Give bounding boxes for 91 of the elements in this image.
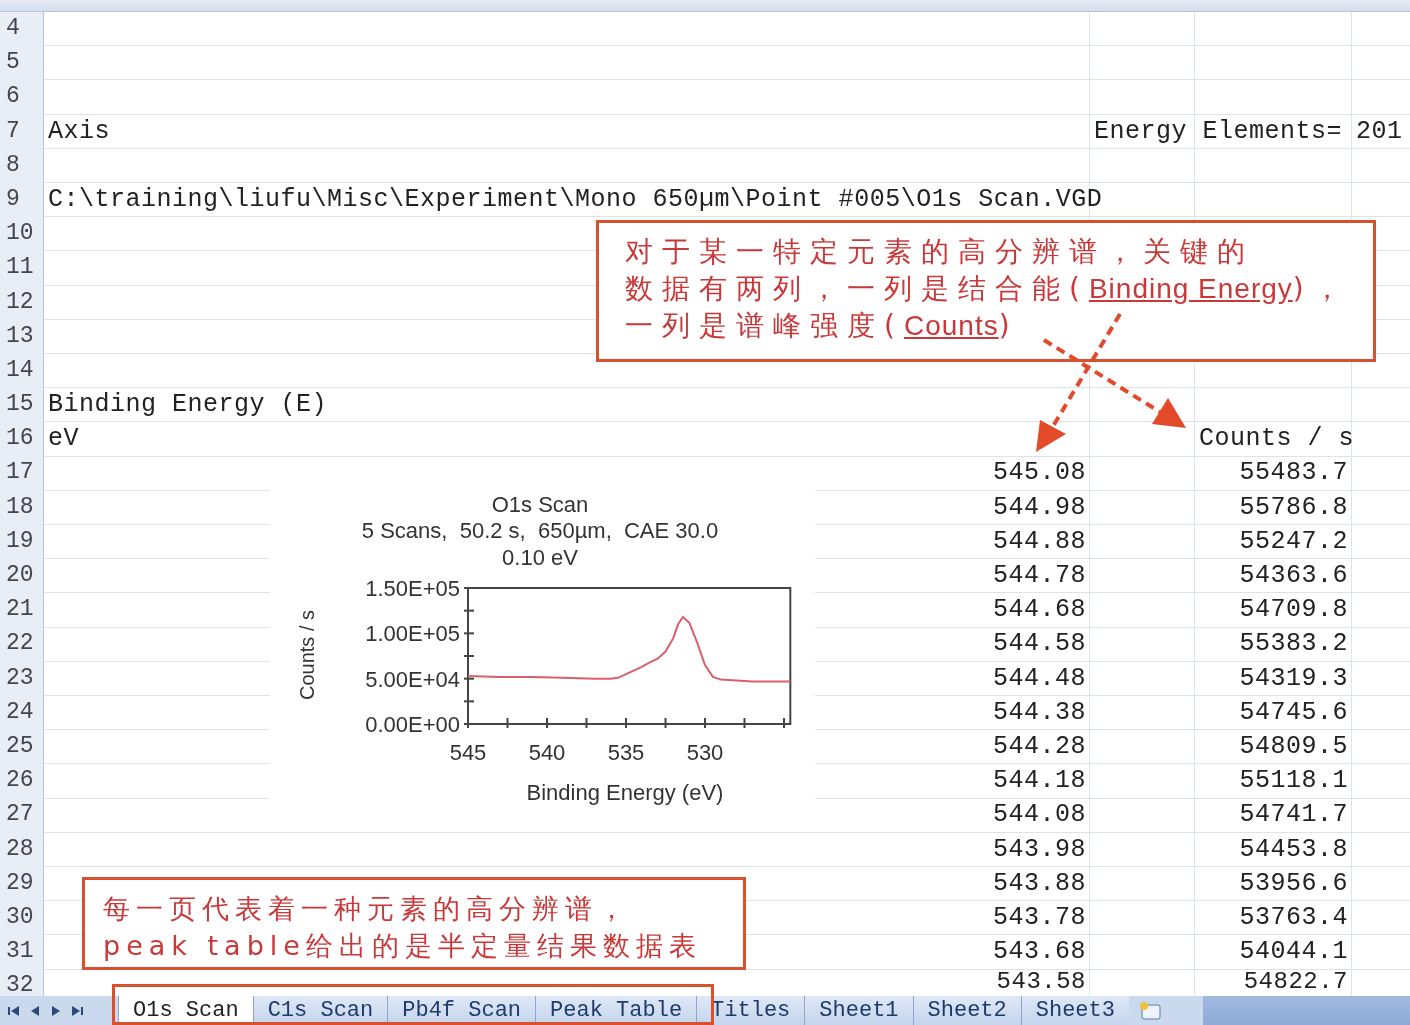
row-number: 5 [6,48,20,78]
table-cell-text: 54319.3 [1239,662,1348,695]
table-cell-text: eV [48,423,79,456]
table-cell-text: Axis [48,115,110,148]
table-cell-text: 55383.2 [1239,628,1348,661]
x-tick-label: 545 [449,740,487,765]
table-cell-text: 54745.6 [1239,696,1348,729]
table-cell-text: 54809.5 [1239,730,1348,763]
y-tick-label: 0.00E+00 [365,712,460,737]
row-number: 31 [6,937,34,967]
table-cell-text: 544.18 [993,765,1086,798]
table-cell-text: 201 [1356,115,1403,148]
table-cell-text: 54453.8 [1239,833,1348,866]
sheet-tab[interactable]: Titles [696,996,805,1025]
table-cell-text: 54709.8 [1239,594,1348,627]
row-number: 26 [6,766,34,796]
table-cell-text: Energy Elements= [1094,115,1343,148]
table-cell: 54822.7 [1243,969,1348,996]
row-number: 20 [6,561,34,590]
table-cell-text: Counts / s [1199,423,1355,456]
table-cell-text: C:\training\liufu\Misc\Experiment\Mono 650µm\Point #005\O1s Scan.VGD [48,183,1103,216]
table-cell-text: 544.08 [993,799,1086,832]
last-sheet-icon[interactable] [71,1003,83,1018]
y-tick-label: 1.50E+05 [365,576,460,601]
row-number: 11 [6,253,34,283]
row-number: 15 [6,390,34,420]
sheet-tab[interactable]: Sheet1 [804,996,913,1025]
annotation-text: 对于某一特定元素的高分辨谱，关键的 数据有两列，一列是结合能(Binding Energy)， 一列是谱峰强度(Counts) [625,234,1350,344]
row-number: 14 [6,355,34,385]
row-number: 19 [6,526,34,556]
table-cell-text: 55786.8 [1239,491,1348,524]
row-number: 4 [6,14,20,43]
table-cell-text: 55247.2 [1239,525,1348,558]
annotation-text: 每一页代表着一种元素的高分辨谱， peak table给出的是半定量结果数据表 [103,892,702,963]
row-number: 25 [6,731,34,761]
row-number: 21 [6,595,34,625]
table-cell-text: 55118.1 [1239,765,1348,798]
chart-title: O1s Scan [491,492,589,517]
table-cell-text: 544.98 [993,491,1086,524]
table-cell-text: 544.68 [993,594,1086,627]
y-tick-label: 5.00E+04 [365,666,460,692]
row-number: 23 [6,663,34,693]
row-number: 32 [6,971,34,996]
next-sheet-icon[interactable] [50,1003,62,1018]
row-number: 12 [6,287,34,317]
row-number: 8 [6,150,20,180]
first-sheet-icon[interactable] [8,1003,20,1018]
table-cell-text: 543.98 [993,833,1086,866]
row-number: 6 [6,82,20,112]
previous-sheet-icon[interactable] [29,1003,41,1018]
table-cell-text: 544.28 [993,730,1086,763]
row-number: 29 [6,868,34,898]
row-number: 13 [6,321,34,351]
x-tick-label: 530 [686,740,724,765]
row-number: 22 [6,629,34,659]
table-cell-text: 544.58 [993,628,1086,661]
table-cell-text: 544.78 [993,560,1086,592]
table-cell-text: 543.68 [993,936,1086,969]
table-cell-text: 544.88 [993,525,1086,558]
sheet-tab[interactable]: Sheet3 [1020,996,1129,1025]
table-cell-text: 54741.7 [1239,799,1348,832]
chart-subtitle: 0.10 eV [502,545,578,570]
table-cell-text: 53763.4 [1239,901,1348,934]
table-cell-text: 545.08 [993,457,1086,490]
y-tick-label: 1.00E+05 [365,621,460,647]
table-cell-text: 544.48 [993,662,1086,695]
row-number: 7 [6,116,20,146]
table-cell-text: 543.88 [993,867,1086,900]
sheet-tab[interactable]: Sheet2 [912,996,1021,1025]
x-tick-label: 535 [607,740,645,765]
y-axis-label: Counts / s [296,610,318,700]
row-number: 17 [6,458,34,488]
row-number: 30 [6,902,34,932]
table-cell-text: 53956.6 [1239,867,1348,900]
table-cell-text: 54044.1 [1239,936,1348,969]
row-number: 9 [6,184,20,214]
table-cell-text: 544.38 [993,696,1086,729]
table-cell: 543.58 [996,969,1086,996]
row-number: 27 [6,800,34,830]
table-cell-text: 55483.7 [1239,457,1348,490]
row-number: 10 [6,219,34,249]
x-tick-label: 540 [528,740,566,765]
row-number: 18 [6,492,34,522]
chart-subtitle: 5 Scans, 50.2 s, 650µm, CAE 30.0 [361,518,719,543]
x-axis-label: Binding Energy (eV) [526,780,724,805]
row-number: 24 [6,697,34,727]
table-cell-text: 54363.6 [1239,560,1348,592]
table-cell-text: 543.78 [993,901,1086,934]
row-number: 28 [6,834,34,864]
table-cell-text: Binding Energy (E) [48,389,328,422]
row-number: 16 [6,424,34,454]
